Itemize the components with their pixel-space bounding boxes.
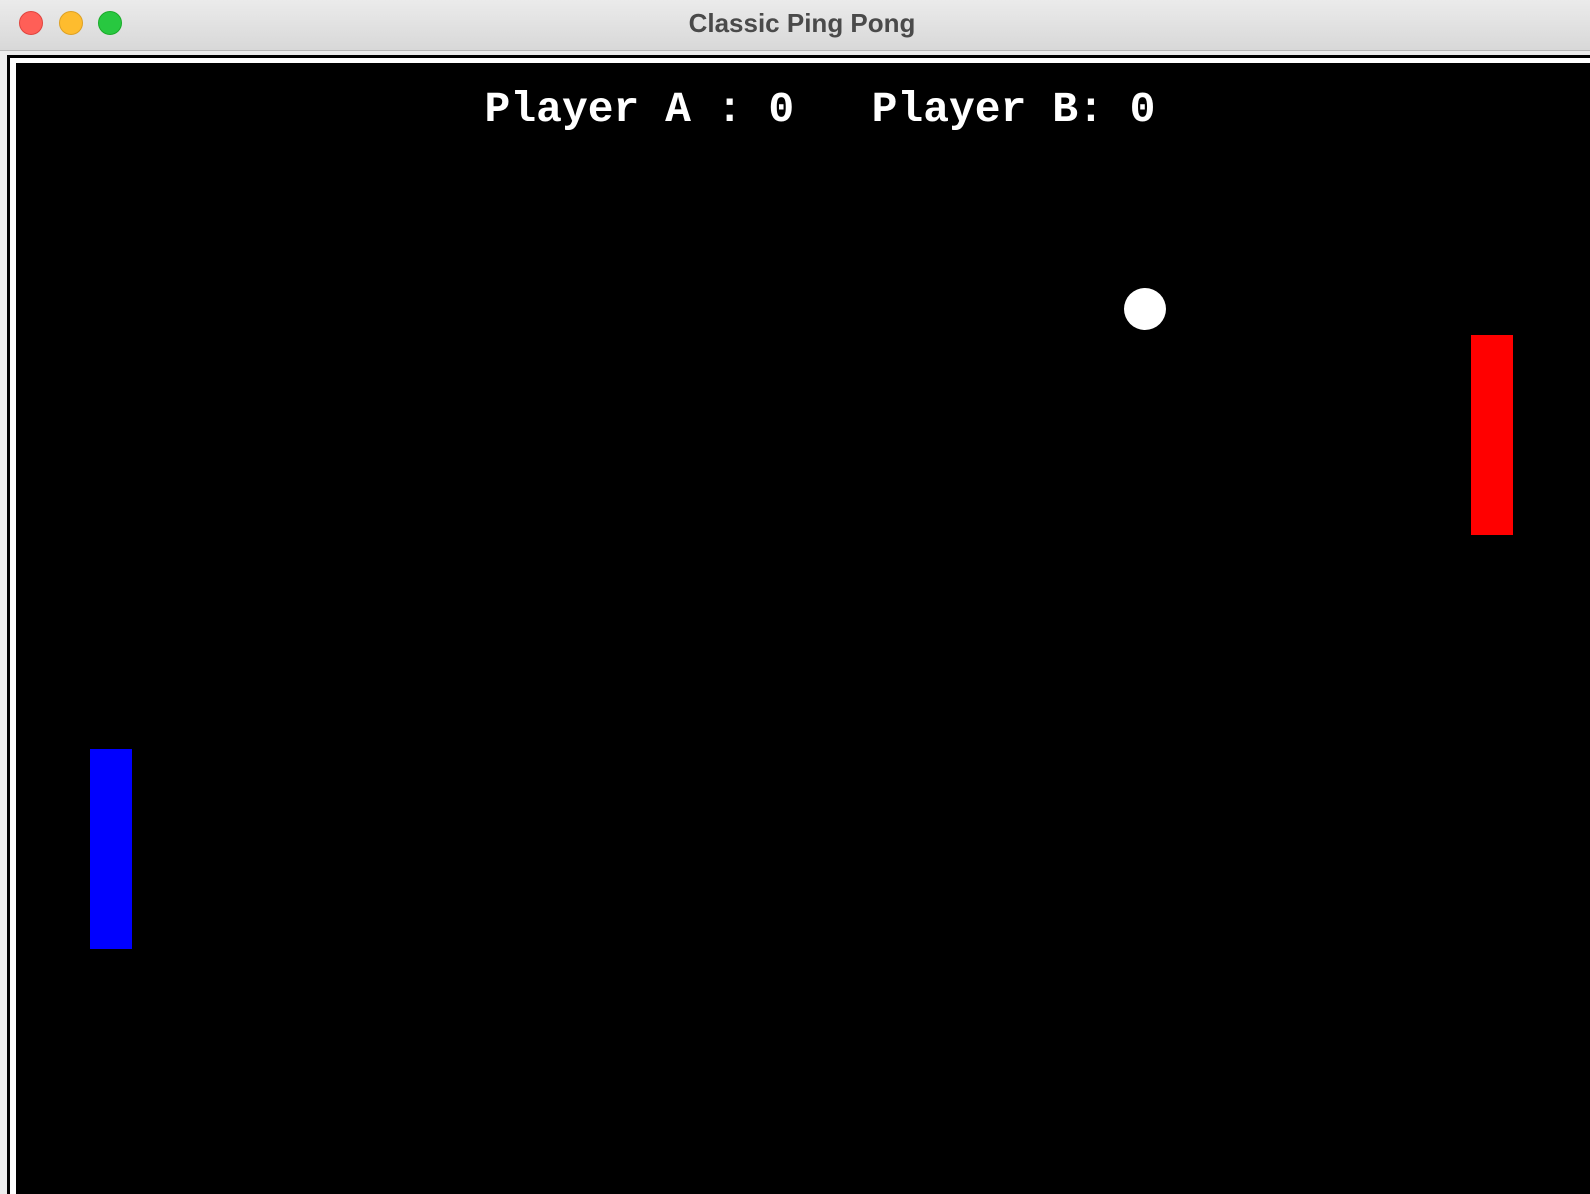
paddle-player-a	[90, 749, 132, 949]
title-bar[interactable]: Classic Ping Pong	[0, 0, 1590, 51]
app-window: Classic Ping Pong Player A : 0 Player B:…	[0, 0, 1590, 1194]
paddle-player-b	[1471, 335, 1513, 535]
ball	[1124, 288, 1166, 330]
scoreboard: Player A : 0 Player B: 0	[484, 85, 1156, 134]
window-title: Classic Ping Pong	[688, 8, 916, 38]
game-canvas[interactable]: Player A : 0 Player B: 0	[16, 63, 1590, 1194]
